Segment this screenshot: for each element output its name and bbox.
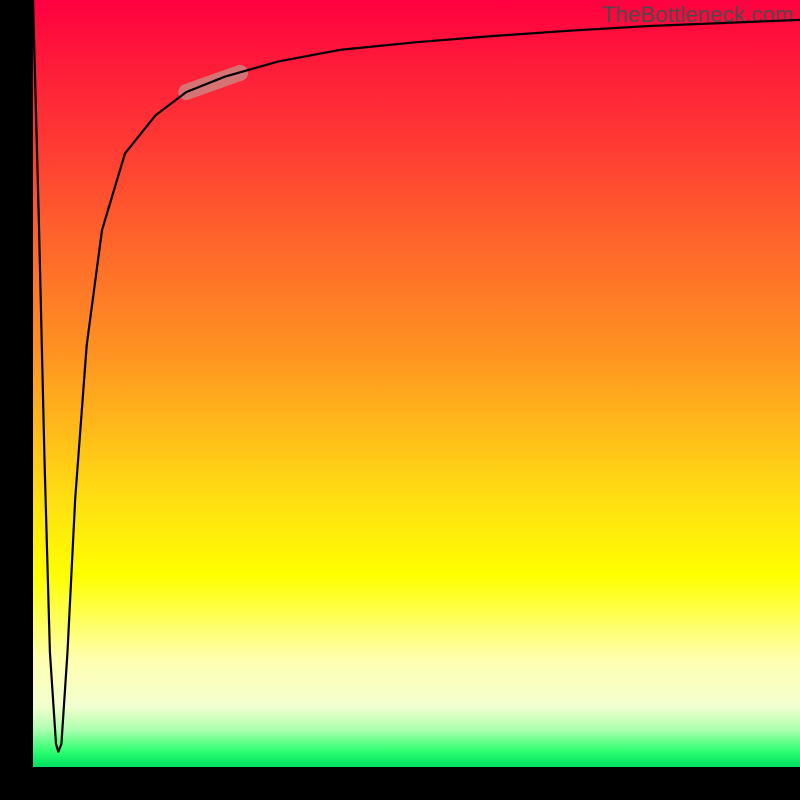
chart-frame: TheBottleneck.com [0,0,800,800]
plot-area: TheBottleneck.com [33,0,800,767]
curve-svg [33,0,800,767]
x-axis-bar [0,767,800,800]
bottleneck-curve [33,0,800,752]
y-axis-bar [0,0,33,800]
